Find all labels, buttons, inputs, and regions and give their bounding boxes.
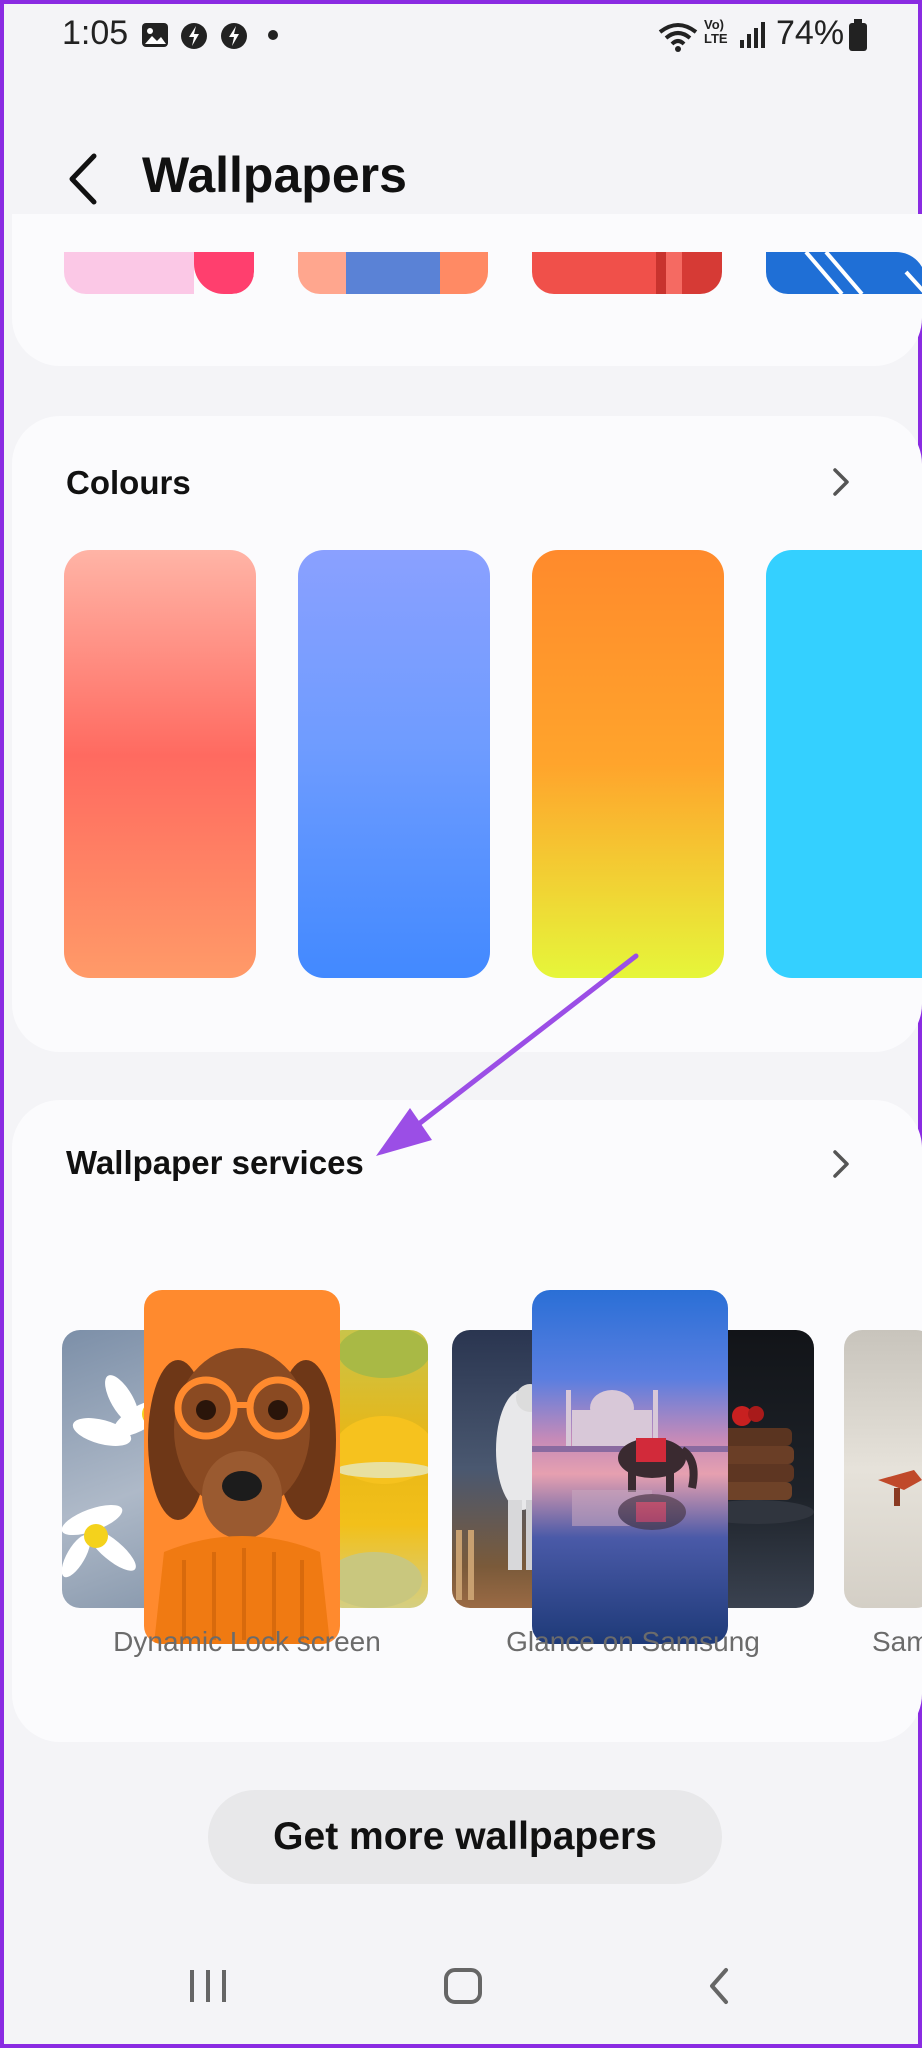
palette-swatch[interactable] (766, 252, 922, 294)
dot-icon (268, 30, 278, 40)
signal-icon (740, 22, 765, 48)
glance-service[interactable] (452, 1290, 814, 1644)
colour-swatch[interactable] (64, 550, 256, 978)
service-label: Glance on Samsung (506, 1626, 760, 1657)
service-label: Dynamic Lock screen (113, 1626, 381, 1657)
chevron-right-icon[interactable] (828, 1146, 854, 1182)
palette-swatch[interactable] (532, 252, 722, 294)
colour-swatch[interactable] (532, 550, 724, 978)
wifi-icon (658, 23, 698, 52)
back-nav-icon[interactable] (704, 1964, 734, 2008)
taj-mahal-wallpaper-thumbnail (532, 1290, 728, 1644)
gallery-icon (142, 23, 168, 47)
wallpaper-services-title: Wallpaper services (66, 1144, 364, 1181)
dynamic-lock-screen-service[interactable] (62, 1290, 428, 1644)
dog-wallpaper-thumbnail (144, 1290, 340, 1644)
theme-palettes-card (12, 214, 922, 366)
battery-percent: 74% (776, 14, 845, 52)
palette-swatch[interactable] (64, 252, 254, 294)
status-bar: 1:05 Vo) LTE 74% (4, 4, 918, 68)
volte-indicator: Vo) LTE (704, 17, 728, 46)
get-more-wallpapers-button[interactable]: Get more wallpapers (208, 1790, 722, 1884)
colour-swatch[interactable] (766, 550, 922, 978)
samsung-service-thumbnail[interactable] (844, 1330, 922, 1608)
wallpaper-services-card: Wallpaper services Dynamic Lock screen G… (12, 1100, 922, 1742)
recent-apps-icon[interactable] (188, 1964, 228, 2008)
service-label: Sam (872, 1626, 922, 1657)
palette-swatch[interactable] (298, 252, 488, 294)
annotation-arrow-icon (376, 953, 639, 1156)
home-icon[interactable] (442, 1964, 486, 2008)
colour-swatch[interactable] (298, 550, 490, 978)
battery-icon (849, 19, 867, 51)
page-title: Wallpapers (142, 147, 407, 203)
chevron-right-icon[interactable] (828, 464, 854, 500)
status-time: 1:05 (62, 14, 129, 52)
app-notification-icon (181, 23, 207, 49)
colours-title: Colours (66, 464, 191, 501)
back-arrow-icon[interactable] (62, 152, 106, 206)
app-notification-icon (221, 23, 247, 49)
